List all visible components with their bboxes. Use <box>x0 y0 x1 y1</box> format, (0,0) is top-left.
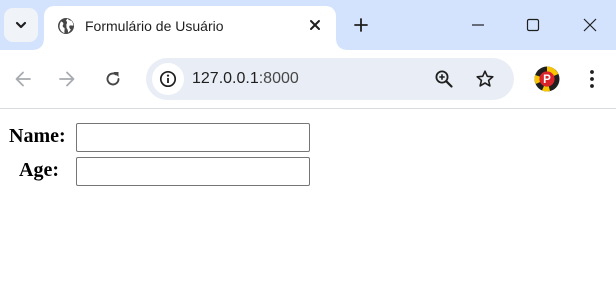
url-port: :8000 <box>258 70 299 87</box>
url-host: 127.0.0.1 <box>192 70 259 87</box>
page-content: Name: Age: <box>0 109 616 292</box>
back-button[interactable] <box>8 64 38 94</box>
plus-icon <box>354 18 368 32</box>
kebab-menu-icon <box>590 70 594 88</box>
tab-title: Formulário de Usuário <box>85 18 224 34</box>
bookmark-button[interactable] <box>473 67 497 91</box>
tab-search-button[interactable] <box>4 8 38 42</box>
maximize-icon <box>526 18 540 32</box>
tab-close-button[interactable] <box>303 13 327 37</box>
maximize-button[interactable] <box>505 0 561 50</box>
forward-button[interactable] <box>52 64 82 94</box>
arrow-left-icon <box>15 71 31 87</box>
age-input[interactable] <box>76 157 310 186</box>
name-input[interactable] <box>76 123 310 152</box>
site-info-icon <box>159 70 177 88</box>
age-label: Age: <box>19 159 59 181</box>
address-bar[interactable]: 127.0.0.1:8000 <box>146 58 514 100</box>
new-tab-button[interactable] <box>347 11 375 39</box>
close-icon <box>310 20 320 30</box>
reload-button[interactable] <box>98 64 128 94</box>
minimize-button[interactable] <box>450 0 506 50</box>
profile-avatar-icon: P <box>534 66 560 92</box>
minimize-icon <box>472 24 484 26</box>
zoom-button[interactable] <box>432 67 456 91</box>
zoom-in-icon <box>435 70 453 88</box>
profile-avatar-button[interactable]: P <box>534 66 560 92</box>
tab-strip: Formulário de Usuário <box>0 0 616 50</box>
browser-toolbar: 127.0.0.1:8000 P <box>0 50 616 108</box>
window-close-button[interactable] <box>562 0 616 50</box>
star-icon <box>476 70 494 87</box>
chevron-down-icon <box>15 21 27 29</box>
globe-icon <box>58 18 74 34</box>
url-text: 127.0.0.1:8000 <box>192 70 299 88</box>
active-tab[interactable]: Formulário de Usuário <box>34 6 346 50</box>
arrow-right-icon <box>59 71 75 87</box>
name-label: Name: <box>9 125 66 147</box>
profile-badge-letter: P <box>543 74 551 86</box>
close-icon <box>583 18 597 32</box>
reload-icon <box>106 72 120 86</box>
site-info-button[interactable] <box>152 63 184 95</box>
browser-menu-button[interactable] <box>580 65 604 93</box>
